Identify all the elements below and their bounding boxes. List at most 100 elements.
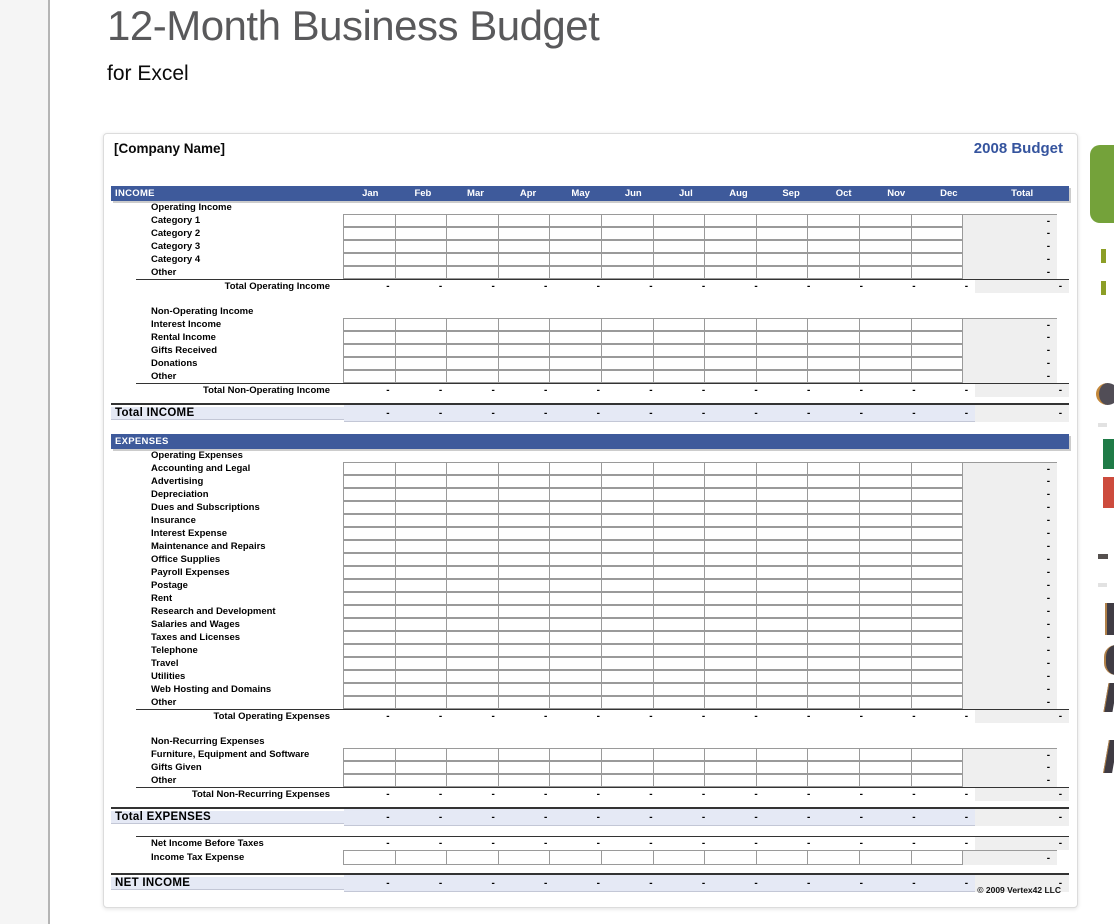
month-cell [601,670,654,683]
month-cell: - [397,809,450,826]
month-cell [807,475,860,488]
total-cell: - [963,344,1057,357]
month-cell [446,357,499,370]
month-cell [498,540,551,553]
month-cell: - [817,279,870,293]
month-cell [807,850,860,865]
total-cell: - [963,553,1057,566]
month-cell [756,266,809,279]
input-row: Insurance- [111,514,1069,527]
month-cell [756,618,809,631]
month-cell: - [554,836,607,850]
month-cell [343,592,396,605]
month-cell [653,318,706,331]
month-cell: - [449,405,502,422]
month-cell [704,774,757,787]
month-cell: - [712,405,765,422]
budget-template-preview[interactable]: [Company Name] 2008 Budget INCOMEJanFebM… [103,133,1078,908]
item-label: Other [111,775,344,786]
section-bar-label: INCOME [111,188,344,199]
month-cell [911,514,964,527]
month-header: Jan [344,186,397,201]
input-row: Other - [111,774,1069,787]
month-cell: - [502,809,555,826]
month-cell [807,566,860,579]
month-cell [549,774,602,787]
month-cell [446,462,499,475]
month-cell: - [397,279,450,293]
month-cell: - [712,383,765,397]
item-label: Category 1 [111,215,344,226]
month-cell: - [712,279,765,293]
month-cell [859,850,912,865]
month-cell [395,774,448,787]
month-cell [911,850,964,865]
month-cell: - [660,405,713,422]
month-cell [756,527,809,540]
item-label: Utilities [111,671,344,682]
month-cell [807,748,860,761]
month-cell [653,644,706,657]
total-cell: - [963,605,1057,618]
page-subtitle: for Excel [107,62,599,86]
month-cell [446,514,499,527]
month-cell [395,331,448,344]
month-cell [549,618,602,631]
month-cell [756,462,809,475]
item-label: Salaries and Wages [111,619,344,630]
input-row: Other- [111,370,1069,383]
month-cell: - [397,709,450,723]
month-cell: - [870,875,923,892]
item-label: Furniture, Equipment and Software [111,749,344,760]
month-cell [498,253,551,266]
total-cell: - [963,253,1057,266]
month-cell: - [923,787,976,801]
page-title: 12-Month Business Budget [107,2,599,50]
month-cell [704,683,757,696]
month-cell: - [607,279,660,293]
grand-total-label: Total INCOME [111,407,344,420]
month-cell: - [607,709,660,723]
month-cell [549,566,602,579]
month-cell [859,475,912,488]
month-cell [498,761,551,774]
month-cell [704,631,757,644]
month-cell: - [712,787,765,801]
month-cell [859,318,912,331]
month-cell: - [554,405,607,422]
month-cell [807,527,860,540]
total-cell: - [963,566,1057,579]
item-label: Interest Expense [111,528,344,539]
month-cell [446,227,499,240]
month-cell: - [607,787,660,801]
sheet-rows: INCOMEJanFebMarAprMayJunJulAugSepOctNovD… [104,186,1077,892]
month-cell [859,501,912,514]
total-cell: - [963,774,1057,787]
input-row: Payroll Expenses- [111,566,1069,579]
month-cell: - [344,875,397,892]
month-cell: - [344,709,397,723]
month-cell [653,357,706,370]
month-cell [704,553,757,566]
month-cell [807,266,860,279]
month-cell [704,670,757,683]
month-cell: - [502,279,555,293]
month-cell [859,266,912,279]
month-cell [704,696,757,709]
month-cell [601,631,654,644]
month-cell [601,592,654,605]
month-cell [859,214,912,227]
month-header [660,434,713,449]
input-row: Rental Income- [111,331,1069,344]
download-button-fragment[interactable] [1090,145,1114,223]
month-header [344,434,397,449]
green-thumbnail-fragment [1103,439,1114,469]
month-cell [549,227,602,240]
month-cell: - [817,383,870,397]
page-header: 12-Month Business Budget for Excel [107,2,599,86]
month-cell: - [554,787,607,801]
month-cell: - [765,836,818,850]
month-cell [859,227,912,240]
month-cell [343,748,396,761]
sheet-header: [Company Name] 2008 Budget [104,134,1077,186]
